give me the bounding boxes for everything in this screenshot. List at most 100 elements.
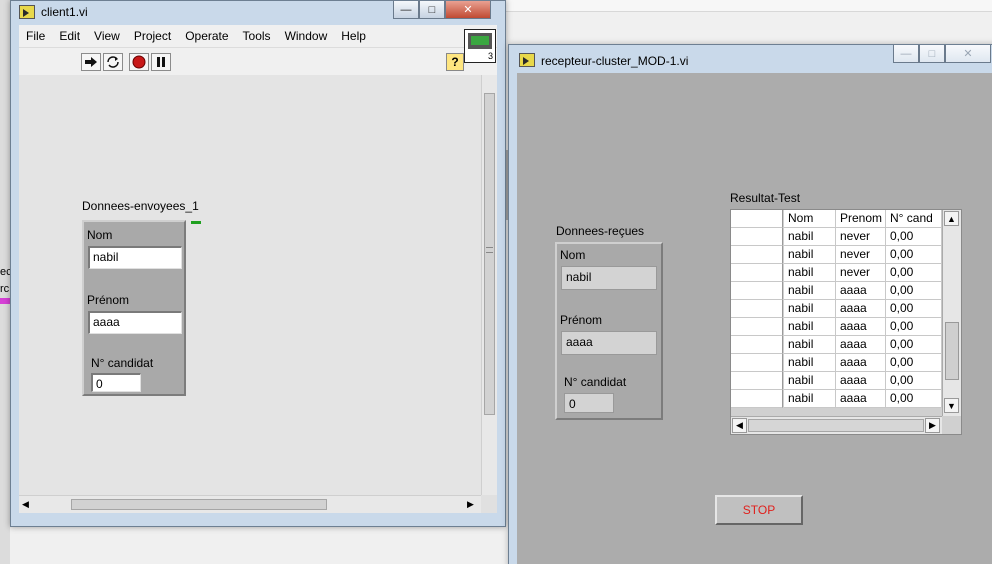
table-cell-candidat[interactable]: 0,00 [886,228,942,246]
table-cell-prenom[interactable]: aaaa [836,282,886,300]
client-vi-window[interactable]: client1.vi — □ ✕ File Edit View Project … [10,0,506,527]
labview-vi-icon [19,5,35,19]
pause-icon[interactable] [151,53,171,71]
table-header-prenom[interactable]: Prenom [836,210,886,228]
table-row-header [731,246,783,264]
menu-help[interactable]: Help [334,25,373,47]
table-header-nom[interactable]: Nom [784,210,836,228]
window-titlebar[interactable]: recepteur-cluster_MOD-1.vi — □ ✕ [509,45,992,69]
table-row-header [731,318,783,336]
table-cell-candidat[interactable]: 0,00 [886,318,942,336]
recepteur-vi-window[interactable]: recepteur-cluster_MOD-1.vi — □ ✕ Donnees… [508,44,992,564]
table-cell-candidat[interactable]: 0,00 [886,336,942,354]
candidat-numeric-indicator: 0 [564,393,614,413]
menu-operate[interactable]: Operate [178,25,235,47]
menu-window[interactable]: Window [278,25,335,47]
table-cell-nom[interactable]: nabil [784,282,836,300]
table-cell-candidat[interactable]: 0,00 [886,300,942,318]
close-button[interactable]: ✕ [945,45,991,63]
table-cell-prenom[interactable]: never [836,264,886,282]
scroll-down-arrow-icon[interactable]: ▼ [944,398,959,413]
candidat-numeric-input[interactable]: 0 [91,373,141,392]
scroll-thumb[interactable] [71,499,327,510]
table-cell-prenom[interactable]: aaaa [836,390,886,408]
table-cell-prenom[interactable]: never [836,228,886,246]
labview-vi-icon [519,53,535,67]
table-cell-candidat[interactable]: 0,00 [886,390,942,408]
window-title: client1.vi [41,5,88,19]
candidat-label: N° candidat [564,375,627,389]
table-cell-prenom[interactable]: never [836,246,886,264]
scroll-right-arrow-icon[interactable]: ▶ [467,499,474,510]
menu-file[interactable]: File [19,25,52,47]
table-cell-candidat[interactable]: 0,00 [886,372,942,390]
table-row-header [731,390,783,408]
window-title: recepteur-cluster_MOD-1.vi [541,54,689,68]
table-cell-nom[interactable]: nabil [784,390,836,408]
table-cell-nom[interactable]: nabil [784,318,836,336]
scroll-left-arrow-icon[interactable]: ◀ [732,418,747,433]
table-cell-prenom[interactable]: aaaa [836,300,886,318]
toolbar: ? [19,47,497,75]
table-cell-candidat[interactable]: 0,00 [886,282,942,300]
nom-input[interactable]: nabil [88,246,182,269]
table-cell-prenom[interactable]: aaaa [836,372,886,390]
maximize-button[interactable]: □ [919,45,945,63]
close-button[interactable]: ✕ [445,1,491,19]
vertical-scrollbar[interactable] [481,75,497,495]
table-cell-nom[interactable]: nabil [784,264,836,282]
table-row-header [731,354,783,372]
table-cell-nom[interactable]: nabil [784,354,836,372]
scroll-right-arrow-icon[interactable]: ▶ [925,418,940,433]
table-row-header [731,228,783,246]
scroll-thumb[interactable] [945,322,959,380]
background-wire [0,298,10,304]
table-cell-nom[interactable]: nabil [784,228,836,246]
minimize-button[interactable]: — [893,45,919,63]
horizontal-scrollbar[interactable]: ◀ ▶ [19,495,481,513]
table-row-header [731,372,783,390]
table-vertical-scrollbar[interactable]: ▲ ▼ [942,210,961,416]
table-cell-candidat[interactable]: 0,00 [886,264,942,282]
scroll-thumb[interactable] [748,419,924,432]
donnees-recues-cluster: Nom nabil Prénom aaaa N° candidat 0 [555,242,663,420]
scroll-left-arrow-icon[interactable]: ◀ [22,499,29,510]
scroll-grip-icon [486,247,493,253]
abort-execution-icon[interactable] [129,53,149,71]
table-cell-nom[interactable]: nabil [784,336,836,354]
table-cell-candidat[interactable]: 0,00 [886,354,942,372]
run-arrow-icon[interactable] [81,53,101,71]
table-cell-nom[interactable]: nabil [784,300,836,318]
table-horizontal-scrollbar[interactable]: ◀ ▶ [731,416,942,434]
run-continuously-icon[interactable] [103,53,123,71]
table-cell-prenom[interactable]: aaaa [836,336,886,354]
window-titlebar[interactable]: client1.vi — □ ✕ [11,1,505,25]
scroll-up-arrow-icon[interactable]: ▲ [944,211,959,226]
donnees-envoyees-cluster: Nom nabil Prénom aaaa N° candidat 0 [82,220,186,396]
cluster-title: Donnees-reçues [556,224,645,238]
menu-view[interactable]: View [87,25,127,47]
menu-bar: File Edit View Project Operate Tools Win… [19,25,497,47]
table-cell-candidat[interactable]: 0,00 [886,246,942,264]
table-cell-prenom[interactable]: aaaa [836,318,886,336]
menu-tools[interactable]: Tools [236,25,278,47]
table-cell-nom[interactable]: nabil [784,372,836,390]
maximize-button[interactable]: □ [419,1,445,19]
table-header-candidat[interactable]: N° cand [886,210,942,228]
front-panel: Donnees-envoyees_1 Nom nabil Prénom aaaa… [19,75,481,495]
table-cell-nom[interactable]: nabil [784,246,836,264]
nom-indicator: nabil [561,266,657,290]
scroll-thumb[interactable] [484,93,495,415]
table-cell-prenom[interactable]: aaaa [836,354,886,372]
context-help-icon[interactable]: ? [446,53,464,71]
table-row-header [731,282,783,300]
menu-project[interactable]: Project [127,25,178,47]
menu-edit[interactable]: Edit [52,25,87,47]
table-row-header [731,336,783,354]
stop-button[interactable]: STOP [715,495,803,525]
vi-connector-icon[interactable]: 3 [464,29,496,63]
minimize-button[interactable]: — [393,1,419,19]
candidat-label: N° candidat [91,356,154,370]
prenom-input[interactable]: aaaa [88,311,182,334]
resultat-test-table[interactable]: Nom Prenom N° cand nabil never 0,00 nabil ne… [730,209,962,435]
